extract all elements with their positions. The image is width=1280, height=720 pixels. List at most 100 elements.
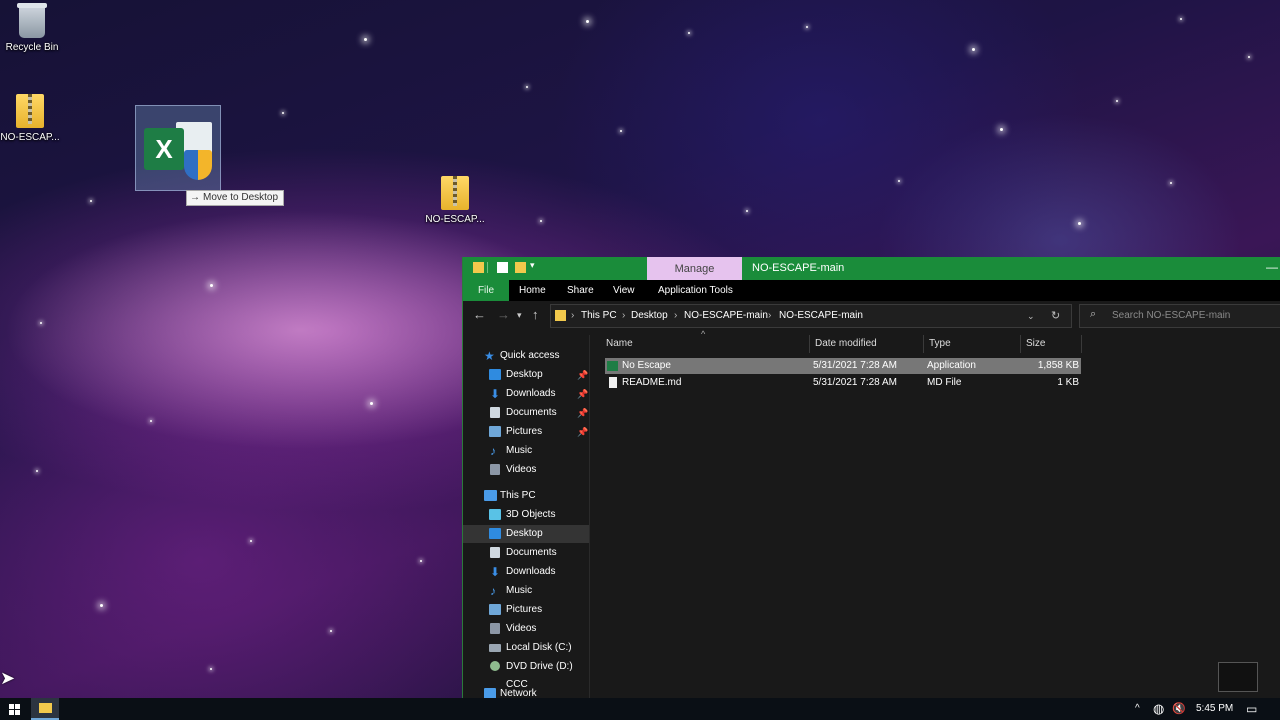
pane-divider[interactable] [589, 335, 590, 698]
search-icon: ⌕ [1090, 308, 1097, 320]
nav-videos[interactable]: Videos [463, 620, 589, 638]
clock-time[interactable]: 5:45 PM [1196, 698, 1233, 720]
column-header-size[interactable]: Size [1021, 335, 1082, 353]
desktop-icon-no-escape-zip[interactable]: NO-ESCAP... [0, 94, 62, 143]
new-folder-icon[interactable] [515, 262, 526, 273]
breadcrumb-no-escape-main[interactable]: NO-ESCAPE-main [684, 305, 768, 327]
address-row: ← → ▾ ↑ › This PC › Desktop › NO-ESCAPE-… [463, 301, 1280, 331]
computer-icon [484, 490, 497, 501]
document-file-icon [609, 377, 617, 388]
nav-quick-downloads[interactable]: ⬇ Downloads 📌 [463, 385, 589, 403]
file-row-no-escape[interactable]: No Escape 5/31/2021 7:28 AM Application … [605, 358, 1081, 374]
nav-pictures[interactable]: Pictures [463, 601, 589, 619]
desktop-icon-label: Recycle Bin [5, 42, 59, 53]
downloads-icon: ⬇ [490, 565, 501, 579]
column-header-type[interactable]: Type [924, 335, 1021, 353]
tab-file[interactable]: File [463, 280, 509, 301]
downloads-icon: ⬇ [490, 387, 501, 401]
nav-desktop[interactable]: Desktop [463, 525, 589, 543]
zip-folder-icon [441, 176, 469, 210]
taskbar: ^ ◍ 🔇 5:45 PM ▭ [0, 698, 1280, 720]
mouse-cursor-icon: ➤ [0, 668, 16, 688]
zip-folder-icon [16, 94, 44, 128]
desktop-icon [489, 528, 501, 539]
nav-local-disk[interactable]: Local Disk (C:) [463, 639, 589, 657]
breadcrumb-desktop[interactable]: Desktop [631, 305, 668, 327]
start-button[interactable] [0, 698, 30, 720]
tab-manage[interactable]: Manage [647, 257, 742, 280]
file-explorer-window[interactable]: ▾ Manage NO-ESCAPE-main — File Home Shar… [462, 257, 1280, 698]
network-icon [484, 688, 496, 698]
nav-quick-music[interactable]: ♪ Music [463, 442, 589, 460]
desktop-icon-label: NO-ESCAP... [425, 214, 485, 225]
uac-shield-icon [184, 150, 212, 180]
pin-icon[interactable]: 📌 [577, 404, 588, 422]
desktop-icon [489, 369, 501, 380]
tab-application-tools[interactable]: Application Tools [658, 280, 733, 301]
videos-icon [490, 623, 500, 634]
nav-this-pc[interactable]: This PC [463, 487, 589, 505]
address-bar[interactable]: › This PC › Desktop › NO-ESCAPE-main › N… [550, 304, 1072, 328]
nav-quick-desktop[interactable]: Desktop 📌 [463, 366, 589, 384]
address-dropdown-icon[interactable]: ⌄ [1027, 305, 1035, 327]
forward-arrow-icon[interactable]: → [497, 307, 510, 322]
dvd-drive-icon [490, 661, 500, 671]
network-globe-icon[interactable]: ◍ [1153, 698, 1164, 720]
title-bar[interactable]: ▾ Manage NO-ESCAPE-main — [463, 257, 1280, 280]
pin-icon[interactable]: 📌 [577, 385, 588, 403]
music-icon: ♪ [490, 584, 496, 598]
music-icon: ♪ [490, 444, 496, 458]
documents-icon [490, 547, 500, 558]
watermark-logo [1218, 662, 1258, 692]
nav-downloads[interactable]: ⬇ Downloads [463, 563, 589, 581]
nav-3d-objects[interactable]: 3D Objects [463, 506, 589, 524]
desktop-icon-recycle-bin[interactable]: Recycle Bin [0, 3, 64, 53]
dragged-file-ghost[interactable]: X [135, 105, 221, 191]
navigation-pane: ★ Quick access Desktop 📌 ⬇ Downloads 📌 D… [463, 335, 589, 698]
properties-icon[interactable] [497, 262, 508, 273]
videos-icon [490, 464, 500, 475]
search-input[interactable]: ⌕ Search NO-ESCAPE-main [1079, 304, 1280, 328]
qat-dropdown-icon[interactable]: ▾ [530, 260, 535, 271]
volume-muted-icon[interactable]: 🔇 [1172, 698, 1186, 720]
taskbar-file-explorer[interactable] [31, 698, 59, 720]
windows-logo-icon [9, 704, 14, 709]
documents-icon [490, 407, 500, 418]
nav-quick-pictures[interactable]: Pictures 📌 [463, 423, 589, 441]
file-row-readme[interactable]: README.md 5/31/2021 7:28 AM MD File 1 KB [605, 375, 1081, 391]
column-header-name[interactable]: Name [601, 335, 810, 353]
refresh-icon[interactable]: ↻ [1051, 305, 1060, 327]
minimize-button[interactable]: — [1263, 257, 1280, 280]
nav-quick-documents[interactable]: Documents 📌 [463, 404, 589, 422]
ribbon-tabs: File Home Share View Application Tools [463, 280, 1280, 301]
nav-network[interactable]: Network [463, 685, 589, 698]
folder-icon [555, 310, 566, 321]
nav-quick-access[interactable]: ★ Quick access [463, 347, 589, 365]
up-arrow-icon[interactable]: ↑ [532, 307, 539, 322]
recent-locations-icon[interactable]: ▾ [517, 310, 522, 321]
pin-icon[interactable]: 📌 [577, 423, 588, 441]
back-arrow-icon[interactable]: ← [473, 307, 486, 322]
recycle-bin-icon [17, 3, 47, 38]
show-hidden-icons-icon[interactable]: ^ [1135, 698, 1140, 720]
window-title: NO-ESCAPE-main [752, 262, 845, 274]
nav-dvd-drive[interactable]: DVD Drive (D:) CCC [463, 658, 589, 690]
excel-installer-icon: X [144, 128, 184, 170]
pin-icon[interactable]: 📌 [577, 366, 588, 384]
tab-view[interactable]: View [613, 280, 635, 301]
desktop-icon-no-escape-zip-2[interactable]: NO-ESCAP... [423, 176, 487, 225]
tab-share[interactable]: Share [567, 280, 594, 301]
notifications-icon[interactable]: ▭ [1246, 698, 1257, 720]
nav-quick-videos[interactable]: Videos [463, 461, 589, 479]
nav-documents[interactable]: Documents [463, 544, 589, 562]
column-header-date[interactable]: Date modified [810, 335, 924, 353]
local-disk-icon [489, 644, 501, 652]
drag-tooltip: → Move to Desktop [186, 190, 285, 206]
tab-home[interactable]: Home [519, 280, 546, 301]
3d-objects-icon [489, 509, 501, 520]
pictures-icon [489, 426, 501, 437]
breadcrumb-no-escape-main-sub[interactable]: NO-ESCAPE-main [779, 305, 863, 327]
breadcrumb-this-pc[interactable]: This PC [581, 305, 617, 327]
nav-music[interactable]: ♪ Music [463, 582, 589, 600]
arrow-right-icon: → [190, 192, 200, 203]
